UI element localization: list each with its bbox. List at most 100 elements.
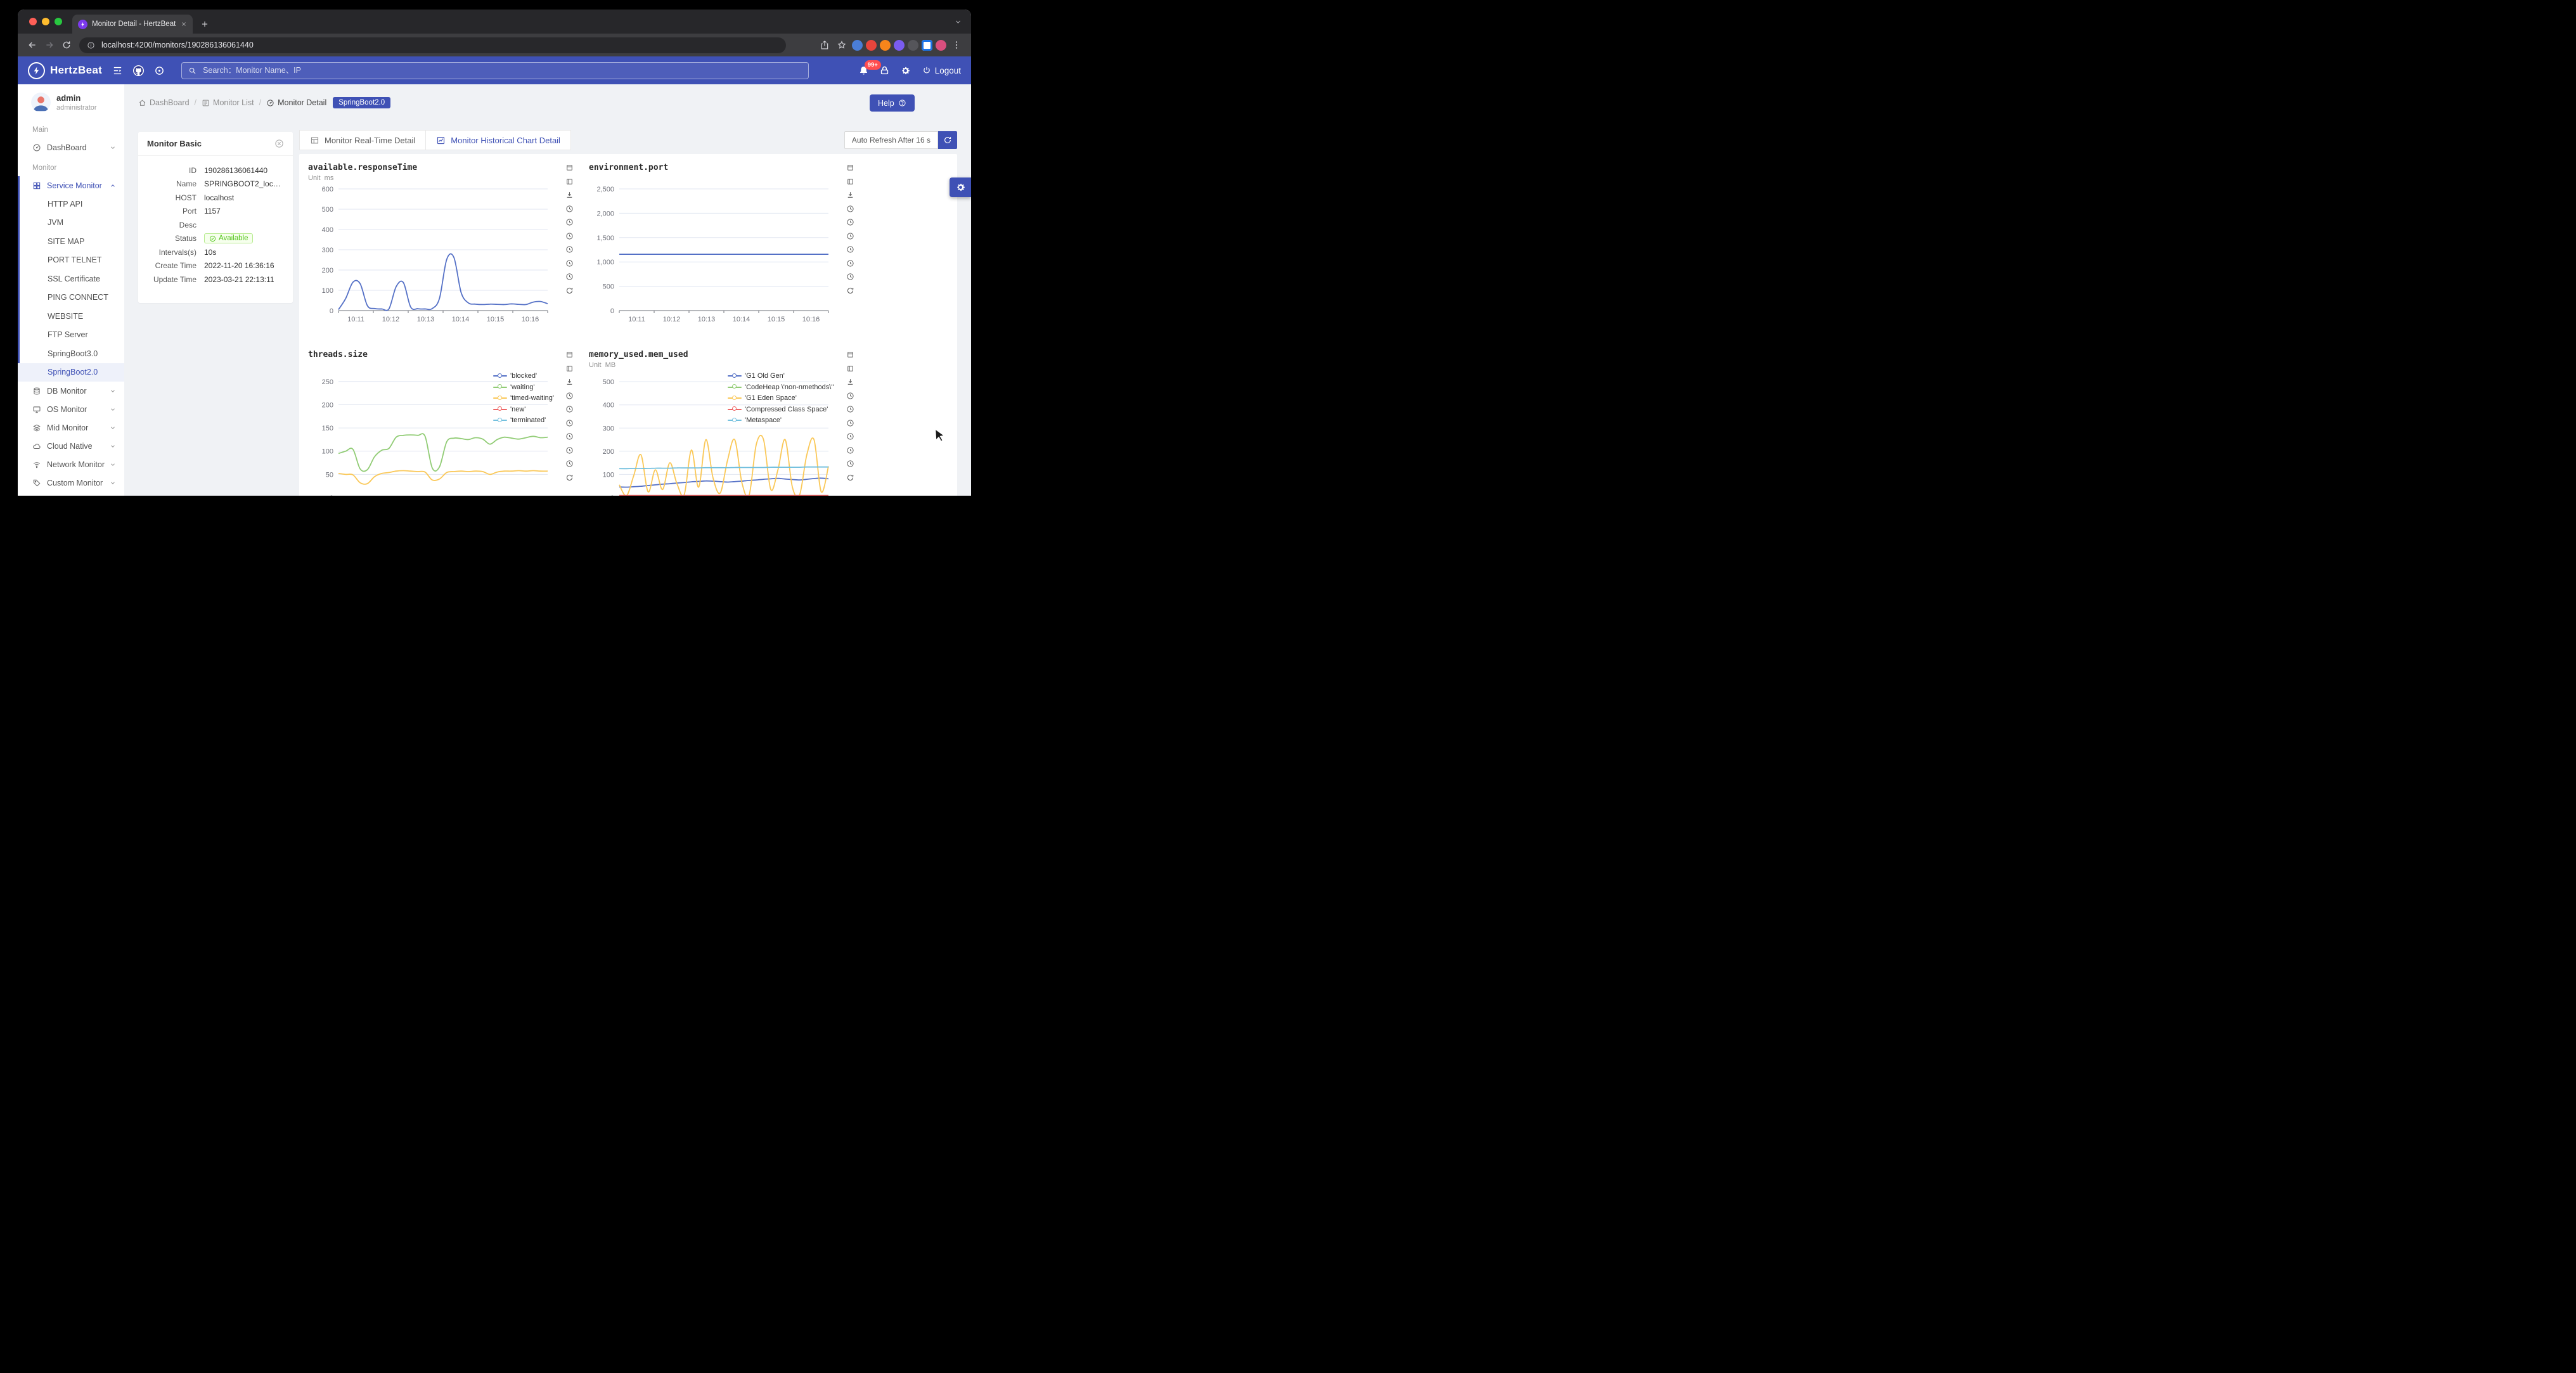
refresh-icon[interactable] [565,474,574,482]
clock-icon[interactable] [846,218,854,226]
theme-settings-button[interactable] [950,177,971,197]
clock-icon[interactable] [565,419,574,427]
sidebar-item-cloud-native[interactable]: Cloud Native [18,437,124,455]
address-bar[interactable] [79,37,786,53]
tab-close-icon[interactable] [181,21,187,27]
sidebar-item-db-monitor[interactable]: DB Monitor [18,382,124,400]
tab-groups-icon[interactable] [922,40,932,51]
browser-menu-icon[interactable] [950,38,963,52]
sidebar-item-springboot3-0[interactable]: SpringBoot3.0 [18,344,124,363]
collapse-card-icon[interactable] [274,139,284,148]
sidebar-item-ping-connect[interactable]: PING CONNECT [18,288,124,307]
browser-tab[interactable]: Monitor Detail - HertzBeat [72,15,193,34]
box-icon[interactable] [565,164,574,172]
forward-button[interactable] [42,38,56,52]
github-icon[interactable] [133,65,144,76]
sidebar-item-site-map[interactable]: SITE MAP [18,232,124,251]
sidebar-item-http-api[interactable]: HTTP API [18,195,124,214]
window-close-button[interactable] [29,18,37,25]
gitee-icon[interactable] [154,65,165,76]
sidebar-item-dashboard[interactable]: DashBoard [18,138,124,157]
clock-icon[interactable] [565,405,574,413]
breadcrumb-item-dashboard[interactable]: DashBoard [138,98,190,107]
logout-button[interactable]: Logout [922,66,961,75]
back-button[interactable] [25,38,39,52]
box-icon[interactable] [565,351,574,359]
box-icon[interactable] [846,164,854,172]
sidebar-item-custom-monitor[interactable]: Custom Monitor [18,474,124,492]
tab-monitor-historical-chart-detail[interactable]: Monitor Historical Chart Detail [426,130,571,150]
reload-button[interactable] [60,38,74,52]
url-input[interactable] [100,40,778,50]
sidebar-item-port-telnet[interactable]: PORT TELNET [18,251,124,270]
download-icon[interactable] [846,378,854,386]
profile-avatar[interactable] [936,40,946,51]
clock-icon[interactable] [565,432,574,441]
clock-icon[interactable] [846,460,854,468]
user-profile[interactable]: admin administrator [18,84,124,119]
bookmark-star-icon[interactable] [835,38,849,52]
global-search[interactable] [181,62,809,79]
clock-icon[interactable] [846,419,854,427]
box-icon[interactable] [846,351,854,359]
download-icon[interactable] [565,191,574,199]
legend-item[interactable]: 'new' [493,406,554,413]
box2-icon[interactable] [846,364,854,373]
sidebar-item-os-monitor[interactable]: OS Monitor [18,400,124,418]
legend-item[interactable]: 'G1 Old Gen' [728,372,834,380]
settings-gear-icon[interactable] [900,65,911,76]
help-button[interactable]: Help [870,94,915,112]
sidebar-item-ftp-server[interactable]: FTP Server [18,326,124,345]
breadcrumb-item-monitor-list[interactable]: Monitor List [202,98,254,107]
clock-icon[interactable] [846,259,854,268]
refresh-button[interactable] [938,131,957,149]
extension-icon[interactable] [852,40,863,51]
legend-item[interactable]: 'G1 Eden Space' [728,394,834,402]
legend-item[interactable]: 'waiting' [493,384,554,391]
refresh-icon[interactable] [846,474,854,482]
clock-icon[interactable] [846,273,854,281]
notification-bell-button[interactable]: 99+ [858,65,869,76]
tab-monitor-real-time-detail[interactable]: Monitor Real-Time Detail [299,130,426,150]
site-info-icon[interactable] [87,41,95,49]
clock-icon[interactable] [565,460,574,468]
menu-fold-icon[interactable] [112,65,123,76]
window-minimize-button[interactable] [42,18,49,25]
clock-icon[interactable] [846,405,854,413]
clock-icon[interactable] [565,259,574,268]
clock-icon[interactable] [846,232,854,240]
clock-icon[interactable] [565,218,574,226]
extension-icon[interactable] [894,40,905,51]
legend-item[interactable]: 'terminated' [493,416,554,424]
clock-icon[interactable] [846,392,854,400]
legend-item[interactable]: 'timed-waiting' [493,394,554,402]
auto-refresh-select[interactable]: Auto Refresh After 16 s [844,131,938,149]
sidebar-item-ssl-certificate[interactable]: SSL Certificate [18,269,124,288]
sidebar-item-springboot2-0[interactable]: SpringBoot2.0 [18,363,124,382]
box2-icon[interactable] [565,364,574,373]
sidebar-item-mid-monitor[interactable]: Mid Monitor [18,418,124,437]
sidebar-item-website[interactable]: WEBSITE [18,307,124,326]
sidebar-item-jvm[interactable]: JVM [18,214,124,233]
legend-item[interactable]: 'blocked' [493,372,554,380]
box2-icon[interactable] [846,177,854,186]
clock-icon[interactable] [846,205,854,213]
download-icon[interactable] [565,378,574,386]
sidebar-item-service-monitor[interactable]: Service Monitor [18,176,124,195]
clock-icon[interactable] [565,205,574,213]
search-input[interactable] [202,65,802,75]
clock-icon[interactable] [846,446,854,454]
clock-icon[interactable] [565,273,574,281]
extension-metamask-icon[interactable] [880,40,891,51]
clock-icon[interactable] [565,446,574,454]
clock-icon[interactable] [565,392,574,400]
extension-icon[interactable] [866,40,877,51]
legend-item[interactable]: 'CodeHeap \'non-nmethods\'' [728,384,834,391]
legend-item[interactable]: 'Compressed Class Space' [728,406,834,413]
share-icon[interactable] [818,38,832,52]
clock-icon[interactable] [846,432,854,441]
clock-icon[interactable] [565,232,574,240]
sidebar-item-network-monitor[interactable]: Network Monitor [18,455,124,474]
refresh-icon[interactable] [565,287,574,295]
extension-icon[interactable] [908,40,918,51]
